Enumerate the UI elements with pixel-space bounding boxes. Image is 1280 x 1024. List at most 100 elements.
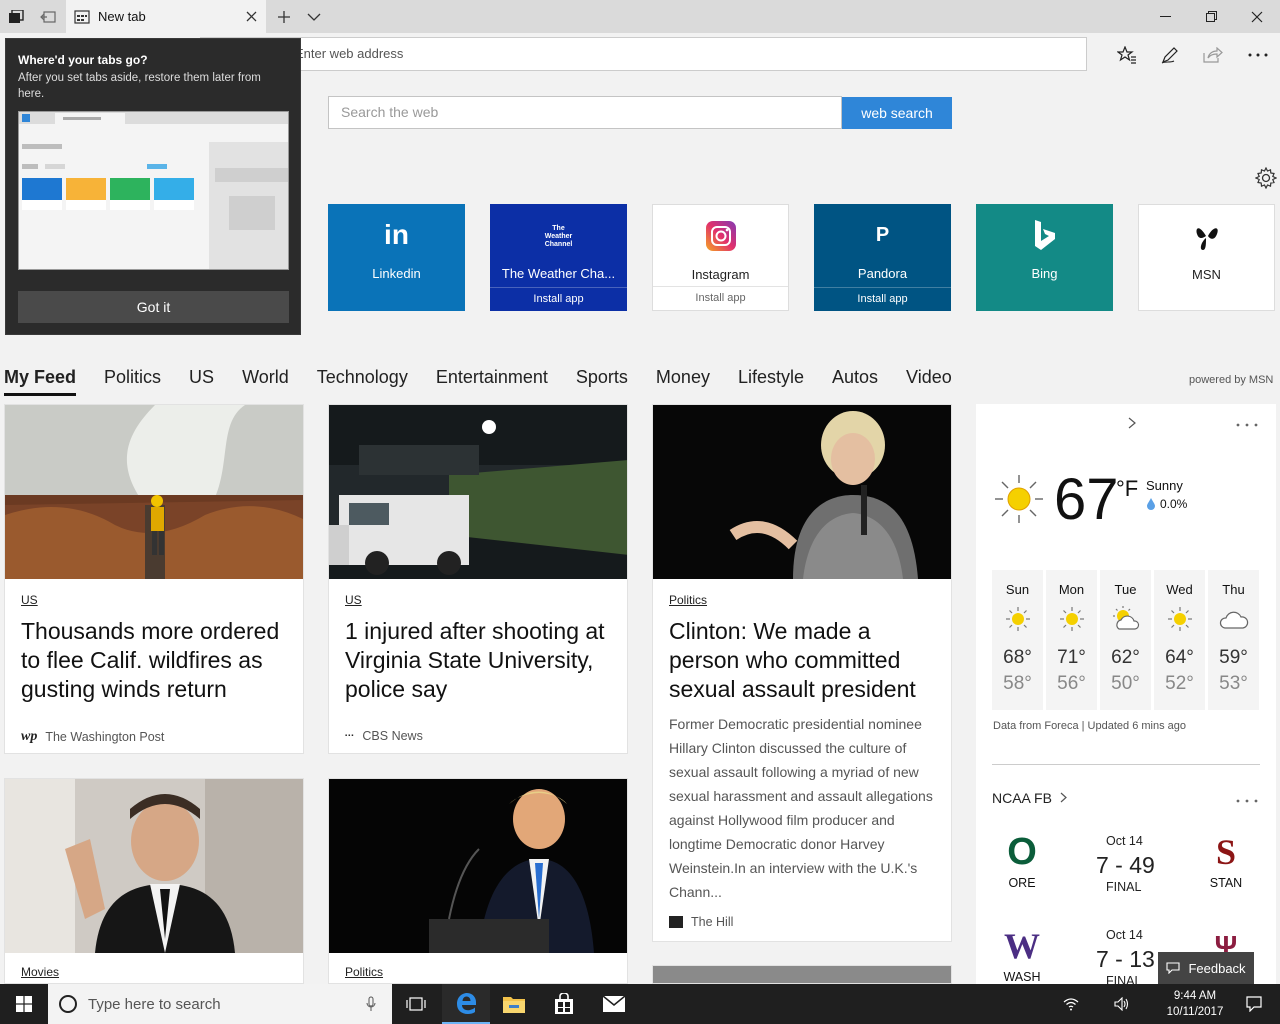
team-stanford[interactable]: S STAN [1196, 832, 1256, 890]
feed-tab-video[interactable]: Video [906, 366, 952, 396]
set-tabs-aside-button[interactable] [32, 0, 64, 33]
tab-new-tab[interactable]: New tab [66, 0, 266, 33]
close-window-button[interactable] [1234, 0, 1280, 33]
forecast-day[interactable]: Mon 71° 56° [1046, 570, 1097, 710]
share-button[interactable] [1199, 41, 1227, 69]
card-headline[interactable]: Thousands more ordered to flee Calif. wi… [21, 617, 291, 704]
top-site-bing[interactable]: Bing [976, 204, 1113, 311]
customize-settings-button[interactable] [1254, 166, 1278, 190]
news-card-clinton[interactable]: Politics Clinton: We made a person who c… [652, 404, 952, 942]
sun-icon [992, 472, 1046, 531]
start-button[interactable] [0, 984, 48, 1024]
feedback-button[interactable]: Feedback [1158, 952, 1254, 984]
top-site-pandora[interactable]: P Pandora Install app [814, 204, 951, 311]
feed-tab-us[interactable]: US [189, 366, 214, 396]
sports-more-button[interactable] [1236, 790, 1258, 808]
tabs-aside-button[interactable] [0, 0, 32, 33]
more-dots-icon [1248, 53, 1268, 57]
minimize-button[interactable] [1142, 0, 1188, 33]
taskbar-file-explorer[interactable] [490, 984, 538, 1024]
action-center-button[interactable] [1234, 984, 1274, 1024]
feed-tab-technology[interactable]: Technology [317, 366, 408, 396]
taskbar-search-box[interactable]: Type here to search [48, 984, 392, 1024]
taskbar-store[interactable] [540, 984, 588, 1024]
web-search-input[interactable]: Search the web [328, 96, 842, 129]
card-category[interactable]: Movies [21, 965, 59, 979]
source-name: The Hill [691, 915, 734, 929]
more-menu-button[interactable] [1244, 41, 1272, 69]
feed-tab-lifestyle[interactable]: Lifestyle [738, 366, 804, 396]
tab-preview-button[interactable] [298, 0, 330, 33]
card-source[interactable]: ▪▪▪ CBS News [345, 729, 423, 743]
forecast-day[interactable]: Wed 64° 52° [1154, 570, 1205, 710]
top-site-msn[interactable]: MSN [1138, 204, 1275, 311]
news-card-movies[interactable]: Movies [4, 778, 304, 984]
source-name: CBS News [362, 729, 423, 743]
share-icon [1203, 47, 1223, 63]
volume-icon[interactable] [1110, 984, 1134, 1024]
new-tab-button[interactable] [268, 0, 300, 33]
task-view-button[interactable] [392, 984, 440, 1024]
card-headline[interactable]: 1 injured after shooting at Virginia Sta… [345, 617, 615, 704]
team-washington[interactable]: W WASH [992, 926, 1052, 984]
current-temperature: 67 [1054, 467, 1119, 532]
temperature-unit[interactable]: °F [1116, 476, 1138, 502]
web-note-button[interactable] [1156, 41, 1184, 69]
top-site-weather-channel[interactable]: The Weather Channel The Weather Cha... Ins… [490, 204, 627, 311]
forecast-day[interactable]: Thu 59° 53° [1208, 570, 1259, 710]
edge-logo-icon [457, 993, 476, 1014]
network-icon[interactable] [1060, 984, 1082, 1024]
feed-tab-sports[interactable]: Sports [576, 366, 628, 396]
top-site-linkedin[interactable]: in Linkedin [328, 204, 465, 311]
partly-cloudy-icon [1111, 605, 1141, 633]
card-source[interactable]: The Hill [669, 915, 733, 929]
minimize-icon [1159, 15, 1171, 17]
system-clock[interactable]: 9:44 AM 10/11/2017 [1160, 988, 1230, 1020]
weather-sports-panel: 67 °F Sunny 0.0% Sun 68° 58° Mon 71° 56°… [976, 404, 1276, 988]
feed-tab-politics[interactable]: Politics [104, 366, 161, 396]
windows-taskbar: Type here to search 9:44 AM 10/11/2017 [0, 984, 1280, 1024]
feed-tab-world[interactable]: World [242, 366, 289, 396]
gear-icon [1255, 167, 1277, 189]
chevron-right-icon[interactable] [1128, 416, 1136, 434]
taskbar-edge[interactable] [442, 984, 490, 1024]
card-category[interactable]: US [21, 593, 38, 607]
card-source[interactable]: wp The Washington Post [21, 729, 164, 745]
forecast-day[interactable]: Tue 62° 50° [1100, 570, 1151, 710]
flyout-title: Where'd your tabs go? [18, 53, 148, 67]
news-card-politics-trump[interactable]: Politics [328, 778, 628, 984]
install-app-link[interactable]: Install app [695, 292, 745, 304]
address-bar[interactable]: Enter web address [200, 37, 1087, 71]
ncaa-fb-title[interactable]: NCAA FB [992, 790, 1068, 806]
got-it-button[interactable]: Got it [18, 291, 289, 323]
install-app-link[interactable]: Install app [533, 293, 583, 305]
tab-bar: New tab [0, 0, 1280, 33]
feed-tab-money[interactable]: Money [656, 366, 710, 396]
web-search-button[interactable]: web search [842, 97, 952, 129]
install-app-link[interactable]: Install app [857, 293, 907, 305]
top-site-instagram[interactable]: Instagram Install app [652, 204, 789, 311]
weather-more-button[interactable] [1236, 414, 1258, 432]
washington-post-logo-icon: wp [21, 729, 38, 744]
top-site-name: Linkedin [372, 266, 421, 281]
feed-tab-autos[interactable]: Autos [832, 366, 878, 396]
card-category[interactable]: Politics [669, 593, 707, 607]
news-card-partial[interactable] [652, 965, 952, 984]
card-category[interactable]: Politics [345, 965, 383, 979]
feed-tab-entertainment[interactable]: Entertainment [436, 366, 548, 396]
close-icon [246, 11, 256, 22]
tab-close-button[interactable] [236, 0, 266, 33]
taskbar-mail[interactable] [590, 984, 638, 1024]
news-card-wildfires[interactable]: US Thousands more ordered to flee Calif.… [4, 404, 304, 754]
favorites-button[interactable] [1113, 41, 1141, 69]
team-oregon[interactable]: O ORE [992, 832, 1052, 890]
feed-tab-my-feed[interactable]: My Feed [4, 366, 77, 396]
top-site-name: Bing [1031, 266, 1058, 281]
game-score[interactable]: 7 - 49 [1096, 852, 1155, 879]
restore-button[interactable] [1188, 0, 1234, 33]
card-headline[interactable]: Clinton: We made a person who committed … [669, 617, 939, 704]
game-score[interactable]: 7 - 13 [1096, 946, 1155, 973]
news-card-vsu-shooting[interactable]: US 1 injured after shooting at Virginia … [328, 404, 628, 754]
card-category[interactable]: US [345, 593, 362, 607]
forecast-day[interactable]: Sun 68° 58° [992, 570, 1043, 710]
